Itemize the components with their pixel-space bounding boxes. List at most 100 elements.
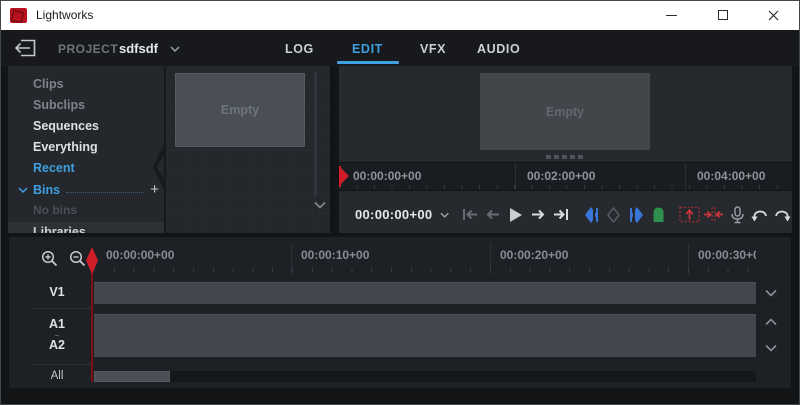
redo-button[interactable] bbox=[773, 204, 793, 226]
project-name-button[interactable]: sdfsdf bbox=[119, 41, 158, 56]
tab-log[interactable]: LOG bbox=[285, 42, 314, 56]
browse-item-subclips[interactable]: Subclips bbox=[8, 95, 165, 116]
lightworks-logo-icon bbox=[10, 8, 27, 23]
mark-out-icon bbox=[629, 206, 644, 224]
undo-icon bbox=[751, 208, 768, 222]
audio-link-dash bbox=[55, 335, 59, 336]
browse-item-clips[interactable]: Clips bbox=[8, 74, 165, 95]
minimize-button[interactable] bbox=[646, 1, 697, 29]
tile-area-chevron-down-icon[interactable] bbox=[313, 201, 327, 209]
active-tab-indicator bbox=[337, 61, 399, 64]
program-playhead-flag-icon[interactable] bbox=[339, 166, 350, 188]
timecode-display[interactable]: 00:00:00+00 bbox=[355, 207, 432, 222]
audio-expand-chevron-up-icon[interactable] bbox=[764, 318, 778, 326]
no-bins-label: No bins bbox=[8, 200, 165, 220]
program-ruler-label: 00:00:00+00 bbox=[339, 163, 515, 190]
program-empty-label: Empty bbox=[546, 105, 584, 119]
replace-edit-icon bbox=[679, 206, 700, 223]
transport-bar: 00:00:00+00 bbox=[339, 196, 792, 233]
play-icon bbox=[509, 207, 523, 223]
tab-audio[interactable]: AUDIO bbox=[477, 42, 520, 56]
timeline-ruler-label: 00:00:30+0 bbox=[688, 243, 756, 275]
browse-item-clipped[interactable]: Libraries bbox=[8, 222, 165, 233]
unmark-diamond-icon bbox=[607, 207, 620, 223]
step-forward-button[interactable] bbox=[528, 204, 548, 226]
step-back-button[interactable] bbox=[483, 204, 503, 226]
insert-edit-button[interactable] bbox=[703, 204, 724, 226]
program-monitor-tile[interactable]: Empty bbox=[480, 73, 650, 150]
minimize-icon bbox=[666, 15, 677, 16]
play-button[interactable] bbox=[506, 204, 526, 226]
all-tracks-label: All bbox=[39, 370, 75, 382]
program-ruler-label: 00:04:00+00 bbox=[685, 163, 792, 190]
close-icon bbox=[768, 10, 779, 21]
replace-edit-button[interactable] bbox=[679, 204, 700, 226]
project-label: PROJECT bbox=[58, 42, 118, 56]
skip-to-end-icon bbox=[553, 208, 569, 221]
program-ruler[interactable]: 00:00:00+00 00:02:00+00 00:04:00+00 bbox=[339, 162, 792, 191]
voiceover-button[interactable] bbox=[727, 204, 747, 226]
track-divider bbox=[31, 364, 93, 365]
mark-in-icon bbox=[584, 206, 599, 224]
browse-panel: Clips Subclips Sequences Everything Rece… bbox=[8, 66, 330, 233]
audio-collapse-chevron-down-icon[interactable] bbox=[764, 344, 778, 352]
skip-to-start-icon bbox=[462, 208, 478, 221]
timeline-ruler[interactable]: 00:00:00+00 00:00:10+00 00:00:20+00 00:0… bbox=[94, 243, 756, 275]
source-monitor-tile[interactable]: Empty bbox=[175, 73, 305, 147]
browse-item-recent[interactable]: Recent bbox=[8, 158, 165, 179]
track-header-a1[interactable]: A1 bbox=[39, 317, 75, 331]
bins-label: Bins bbox=[33, 183, 60, 197]
browse-item-sequences[interactable]: Sequences bbox=[8, 116, 165, 137]
mark-in-button[interactable] bbox=[581, 204, 601, 226]
track-divider bbox=[31, 308, 93, 309]
step-forward-icon bbox=[531, 208, 546, 221]
tab-edit[interactable]: EDIT bbox=[352, 42, 383, 56]
program-ruler-label: 00:02:00+00 bbox=[515, 163, 685, 190]
zoom-in-button[interactable] bbox=[41, 250, 58, 267]
panel-collapse-notch[interactable] bbox=[151, 144, 166, 190]
maximize-icon bbox=[718, 10, 728, 20]
title-bar: Lightworks bbox=[0, 0, 800, 30]
microphone-icon bbox=[730, 206, 745, 224]
nav-bar: PROJECT sdfsdf LOG EDIT VFX AUDIO bbox=[0, 30, 800, 66]
window-title: Lightworks bbox=[36, 8, 93, 22]
track-lane-v1[interactable] bbox=[94, 282, 756, 304]
resize-grip-handle[interactable] bbox=[546, 155, 584, 159]
bins-dotted-line bbox=[66, 192, 144, 193]
step-back-icon bbox=[485, 208, 500, 221]
zoom-out-button[interactable] bbox=[69, 250, 86, 267]
track-header-v1[interactable]: V1 bbox=[39, 285, 75, 299]
timeline-panel: 00:00:00+00 00:00:10+00 00:00:20+00 00:0… bbox=[8, 236, 792, 389]
make-subclip-button[interactable] bbox=[649, 204, 669, 226]
timeline-ruler-label: 00:00:20+00 bbox=[490, 243, 688, 275]
browse-item-everything[interactable]: Everything bbox=[8, 137, 165, 158]
project-chevron-down-icon[interactable] bbox=[170, 46, 180, 52]
v1-collapse-chevron-down-icon[interactable] bbox=[764, 289, 778, 297]
timeline-scrollbar[interactable] bbox=[94, 371, 756, 382]
timecode-chevron-down-icon[interactable] bbox=[440, 212, 449, 218]
timeline-ruler-label: 00:00:10+00 bbox=[291, 243, 490, 275]
browse-item-bins[interactable]: Bins + bbox=[8, 179, 165, 200]
green-tag-icon bbox=[652, 206, 665, 223]
insert-edit-icon bbox=[703, 206, 724, 223]
exit-project-icon[interactable] bbox=[14, 39, 36, 57]
program-monitor-panel: Empty 00:00:00+00 00:02:00+00 00:04:00+0… bbox=[339, 66, 792, 233]
timeline-ruler-label: 00:00:00+00 bbox=[94, 243, 291, 275]
browse-list: Clips Subclips Sequences Everything Rece… bbox=[8, 74, 165, 220]
skip-to-start-button[interactable] bbox=[461, 204, 481, 226]
track-header-a2[interactable]: A2 bbox=[39, 338, 75, 352]
track-lane-audio[interactable] bbox=[94, 314, 756, 357]
undo-button[interactable] bbox=[750, 204, 770, 226]
timeline-scrollbar-thumb[interactable] bbox=[94, 371, 170, 382]
mark-out-button[interactable] bbox=[626, 204, 646, 226]
redo-icon bbox=[774, 208, 791, 222]
bins-chevron-down-icon bbox=[18, 187, 28, 193]
tab-vfx[interactable]: VFX bbox=[420, 42, 446, 56]
maximize-button[interactable] bbox=[697, 1, 748, 29]
close-button[interactable] bbox=[748, 1, 799, 29]
tile-scrollbar[interactable] bbox=[314, 72, 317, 197]
timeline-playhead-icon[interactable] bbox=[85, 247, 99, 274]
unmark-button[interactable] bbox=[604, 204, 624, 226]
skip-to-end-button[interactable] bbox=[551, 204, 571, 226]
source-empty-label: Empty bbox=[221, 103, 259, 117]
